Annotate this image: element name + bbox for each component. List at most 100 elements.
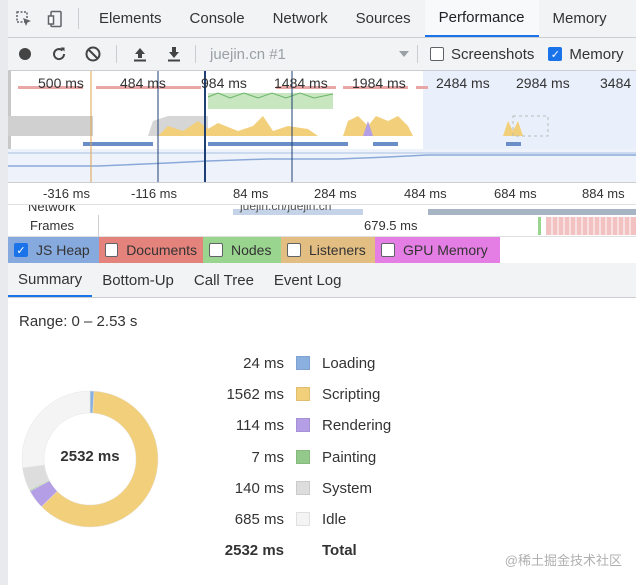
- ruler-time-label: 884 ms: [582, 186, 625, 201]
- counter-label: Nodes: [231, 242, 272, 258]
- profile-select[interactable]: juejin.cn #1: [210, 46, 415, 63]
- legend-swatch: [296, 480, 310, 495]
- device-toolbar-icon[interactable]: [40, 0, 72, 37]
- overview-time-label: 2484 ms: [436, 75, 490, 91]
- summary-range: Range: 0 – 2.53 s: [19, 313, 138, 330]
- legend-row-idle: 685 ms Idle: [210, 507, 410, 538]
- overview-time-label: 1484 ms: [274, 75, 328, 91]
- memory-label: Memory: [569, 45, 624, 63]
- checkbox-unchecked-icon: [381, 243, 395, 257]
- legend-name: System: [322, 479, 373, 497]
- legend-swatch: [296, 418, 310, 433]
- frames-track[interactable]: Frames 679.5 ms: [8, 215, 636, 237]
- legend-value: 1562 ms: [226, 386, 284, 404]
- memory-checkbox[interactable]: ✓ Memory: [548, 45, 624, 63]
- legend-swatch: [296, 511, 310, 526]
- legend-name: Idle: [322, 510, 347, 528]
- checkbox-unchecked-icon: [430, 47, 444, 61]
- checkbox-unchecked-icon: [105, 243, 119, 257]
- donut-total: 2532 ms: [60, 448, 120, 465]
- overview-time-label: 484 ms: [120, 75, 166, 91]
- tab-sources[interactable]: Sources: [342, 0, 425, 37]
- legend-name: Rendering: [322, 417, 392, 435]
- left-edge: [0, 0, 8, 585]
- ruler-time-label: 684 ms: [494, 186, 537, 201]
- overview-time-label: 1984 ms: [352, 75, 406, 91]
- tab-elements[interactable]: Elements: [85, 0, 176, 37]
- checkbox-unchecked-icon: [209, 243, 223, 257]
- details-tab-event-log[interactable]: Event Log: [264, 263, 352, 297]
- frame-duration[interactable]: 679.5 ms: [364, 218, 417, 233]
- counter-label: Documents: [126, 242, 197, 258]
- counter-nodes[interactable]: Nodes: [203, 237, 281, 263]
- ruler-time-label: -116 ms: [131, 186, 177, 201]
- overview-time-label: 3484: [600, 75, 632, 91]
- legend-swatch: [296, 356, 310, 370]
- ruler-time-label: 484 ms: [404, 186, 447, 201]
- frames-strip: [538, 217, 636, 235]
- frames-label: Frames: [30, 218, 75, 233]
- legend-value: 140 ms: [234, 479, 284, 497]
- details-tab-bottom-up[interactable]: Bottom-Up: [92, 263, 184, 297]
- ruler-time-label: 84 ms: [233, 186, 269, 201]
- counter-gpu-memory[interactable]: GPU Memory: [375, 237, 500, 263]
- overview-time-label: 500 ms: [38, 75, 84, 91]
- legend-value: 114 ms: [235, 417, 284, 435]
- overview-time-label: 2984 ms: [516, 75, 570, 91]
- legend-name: Total: [322, 542, 357, 560]
- performance-toolbar: juejin.cn #1 Screenshots ✓ Memory: [8, 38, 636, 71]
- tab-network[interactable]: Network: [259, 0, 342, 37]
- summary-donut-chart: 2532 ms: [20, 390, 160, 528]
- save-profile-button[interactable]: [157, 38, 191, 71]
- counter-label: GPU Memory: [403, 242, 488, 258]
- legend-name: Scripting: [322, 386, 381, 404]
- details-tabbar: Summary Bottom-Up Call Tree Event Log: [8, 263, 636, 298]
- frames-divider: [98, 215, 99, 237]
- timeline-overview[interactable]: 500 ms 484 ms 984 ms 1484 ms 1984 ms 2484 ms 2…: [8, 71, 636, 183]
- screenshots-label: Screenshots: [451, 45, 535, 63]
- toolbar-divider: [116, 45, 117, 63]
- clear-button[interactable]: [76, 38, 110, 71]
- checkbox-checked-icon: ✓: [14, 243, 28, 257]
- inspect-element-icon[interactable]: [8, 0, 40, 37]
- tabbar-divider: [78, 8, 79, 29]
- profile-select-value: juejin.cn #1: [210, 45, 286, 63]
- overview-time-label: 984 ms: [201, 75, 247, 91]
- ruler-time-label: 284 ms: [314, 186, 357, 201]
- network-track-label: Network: [28, 205, 76, 214]
- memory-counters: ✓ JS Heap Documents Nodes Listeners GPU Memor…: [8, 237, 636, 263]
- network-track[interactable]: Network juejin.cn/juejin.cn: [8, 205, 636, 215]
- legend-value: 24 ms: [243, 355, 284, 372]
- tab-performance[interactable]: Performance: [424, 0, 539, 37]
- legend-value: 685 ms: [234, 510, 284, 528]
- devtools-tabbar: Elements Console Network Sources Performance…: [8, 0, 636, 38]
- checkbox-checked-icon: ✓: [548, 47, 563, 61]
- counter-label: JS Heap: [36, 242, 90, 258]
- legend-row-rendering: 114 ms Rendering: [210, 413, 410, 444]
- reload-profile-button[interactable]: [42, 38, 76, 71]
- legend-row-total: 2532 ms Total: [210, 538, 410, 569]
- legend-swatch: [296, 449, 310, 464]
- checkbox-unchecked-icon: [287, 243, 301, 257]
- legend-row-scripting: 1562 ms Scripting: [210, 382, 410, 413]
- legend-value: 7 ms: [251, 448, 284, 466]
- watermark: @稀土掘金技术社区: [504, 553, 622, 568]
- details-tab-summary[interactable]: Summary: [8, 263, 93, 297]
- legend-value: 2532 ms: [224, 542, 284, 560]
- screenshots-checkbox[interactable]: Screenshots: [430, 46, 534, 63]
- tab-console[interactable]: Console: [176, 0, 259, 37]
- toolbar-divider: [195, 45, 196, 63]
- counter-documents[interactable]: Documents: [99, 237, 203, 263]
- load-profile-button[interactable]: [123, 38, 157, 71]
- counter-js-heap[interactable]: ✓ JS Heap: [8, 237, 99, 263]
- legend-name: Loading: [322, 355, 376, 372]
- network-request-item[interactable]: juejin.cn/juejin.cn: [240, 205, 331, 213]
- counter-listeners[interactable]: Listeners: [281, 237, 375, 263]
- legend-swatch: [296, 387, 310, 402]
- legend-row-system: 140 ms System: [210, 476, 410, 507]
- record-button[interactable]: [8, 38, 42, 71]
- details-tab-call-tree[interactable]: Call Tree: [184, 263, 264, 297]
- legend-name: Painting: [322, 448, 377, 466]
- legend-row-painting: 7 ms Painting: [210, 445, 410, 476]
- tab-memory[interactable]: Memory: [539, 0, 621, 37]
